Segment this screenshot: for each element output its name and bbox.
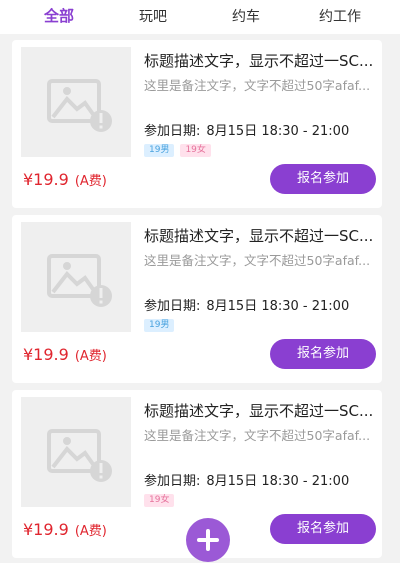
price: ¥19.9 (A费)	[23, 170, 107, 189]
price-amount: ¥19.9	[23, 520, 69, 539]
join-button[interactable]: 报名参加	[270, 164, 376, 194]
tag-male: 19男	[144, 319, 175, 332]
date-label: 参加日期:	[144, 474, 201, 489]
event-card[interactable]: 标题描述文字，显示不超过一SC... 这里是备注文字，文字不超过50字afaf.…	[12, 215, 382, 383]
event-title: 标题描述文字，显示不超过一SC...	[144, 52, 374, 70]
image-placeholder	[21, 397, 131, 507]
event-date: 参加日期: 8月15日 18:30 - 21:00	[144, 120, 349, 139]
price-amount: ¥19.9	[23, 170, 69, 189]
event-title: 标题描述文字，显示不超过一SC...	[144, 402, 374, 420]
join-button[interactable]: 报名参加	[270, 514, 376, 544]
image-placeholder-icon	[47, 79, 112, 132]
top-tab-bar: 全部 玩吧 约车 约工作	[0, 0, 400, 34]
image-placeholder	[21, 47, 131, 157]
tag-female: 19女	[180, 144, 211, 157]
fee-type: (A费)	[74, 174, 107, 189]
tab-play[interactable]: 玩吧	[139, 6, 167, 26]
date-value: 8月15日 18:30 - 21:00	[206, 299, 350, 314]
price: ¥19.9 (A费)	[23, 520, 107, 539]
add-button[interactable]	[186, 518, 230, 562]
event-note: 这里是备注文字，文字不超过50字afaf...	[144, 78, 371, 93]
fee-type: (A费)	[74, 349, 107, 364]
image-placeholder-icon	[47, 254, 112, 307]
date-label: 参加日期:	[144, 299, 201, 314]
event-date: 参加日期: 8月15日 18:30 - 21:00	[144, 295, 349, 314]
plus-icon	[197, 529, 219, 551]
date-value: 8月15日 18:30 - 21:00	[206, 474, 350, 489]
tab-all[interactable]: 全部	[44, 5, 74, 26]
price-amount: ¥19.9	[23, 345, 69, 364]
tag-female: 19女	[144, 494, 175, 507]
date-label: 参加日期:	[144, 124, 201, 139]
event-title: 标题描述文字，显示不超过一SC...	[144, 227, 374, 245]
tag-list: 19女	[144, 494, 175, 507]
tag-male: 19男	[144, 144, 175, 157]
tag-list: 19男 19女	[144, 144, 211, 157]
event-note: 这里是备注文字，文字不超过50字afaf...	[144, 253, 371, 268]
date-value: 8月15日 18:30 - 21:00	[206, 124, 350, 139]
tag-list: 19男	[144, 319, 175, 332]
event-note: 这里是备注文字，文字不超过50字afaf...	[144, 428, 371, 443]
image-placeholder	[21, 222, 131, 332]
event-card[interactable]: 标题描述文字，显示不超过一SC... 这里是备注文字，文字不超过50字afaf.…	[12, 40, 382, 208]
event-date: 参加日期: 8月15日 18:30 - 21:00	[144, 470, 349, 489]
tab-carpool[interactable]: 约车	[232, 6, 260, 26]
tab-job[interactable]: 约工作	[319, 6, 361, 26]
price: ¥19.9 (A费)	[23, 345, 107, 364]
join-button[interactable]: 报名参加	[270, 339, 376, 369]
fee-type: (A费)	[74, 524, 107, 539]
image-placeholder-icon	[47, 429, 112, 482]
